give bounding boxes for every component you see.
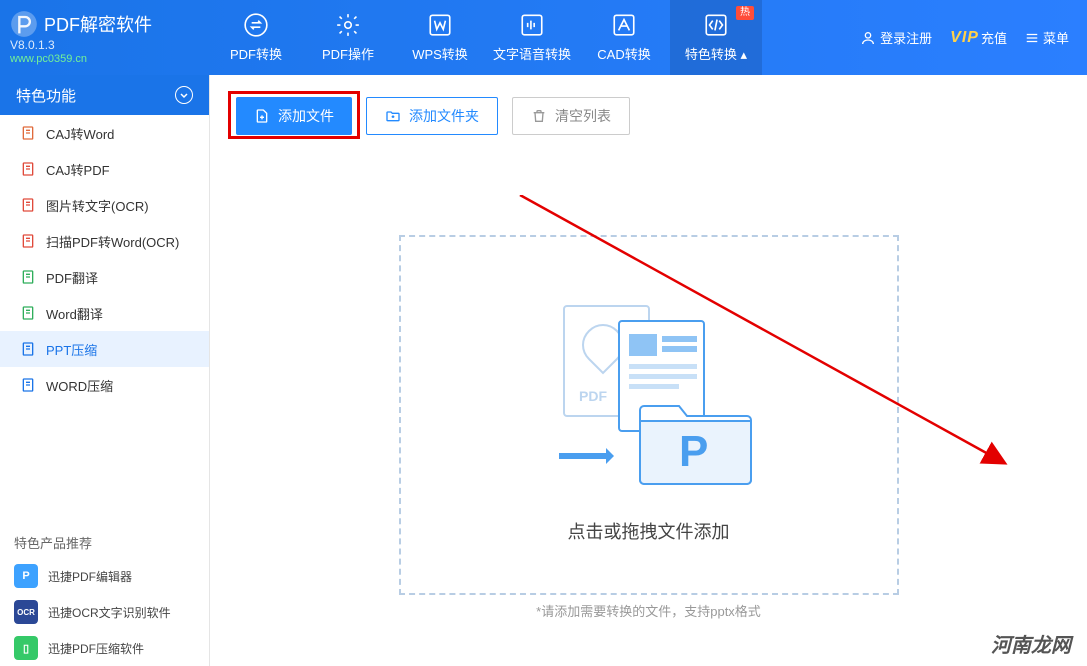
doc-icon [20, 233, 36, 249]
app-version: V8.0.1.3 [10, 38, 210, 52]
login-link[interactable]: 登录注册 [860, 28, 932, 47]
logo-area: PDF解密软件 V8.0.1.3 www.pc0359.cn [0, 10, 210, 65]
gear-icon [335, 12, 361, 38]
doc-icon [20, 341, 36, 357]
sidebar-item-word-translate[interactable]: Word翻译 [0, 295, 209, 331]
sidebar-list: CAJ转Word CAJ转PDF 图片转文字(OCR) 扫描PDF转Word(O… [0, 115, 209, 403]
sidebar-item-image-ocr[interactable]: 图片转文字(OCR) [0, 187, 209, 223]
sidebar-item-label: CAJ转PDF [46, 160, 110, 179]
menu-label: 菜单 [1043, 28, 1069, 47]
app-logo-icon [10, 10, 38, 38]
sidebar-item-label: Word翻译 [46, 304, 103, 323]
sidebar-item-scanpdf-word[interactable]: 扫描PDF转Word(OCR) [0, 223, 209, 259]
app-url: www.pc0359.cn [10, 53, 210, 65]
promo-label: 迅捷OCR文字识别软件 [48, 604, 171, 621]
nav-label: PDF操作 [322, 44, 374, 63]
hamburger-icon [1025, 31, 1039, 45]
wps-icon [427, 12, 453, 38]
sidebar-item-pdf-translate[interactable]: PDF翻译 [0, 259, 209, 295]
promo-icon: ▯ [14, 636, 38, 660]
nav-label: WPS转换 [412, 44, 468, 63]
sidebar-item-ppt-compress[interactable]: PPT压缩 [0, 331, 209, 367]
dropzone-main-text: 点击或拖拽文件添加 [568, 518, 730, 544]
app-title: PDF解密软件 [44, 11, 152, 37]
sidebar-item-label: CAJ转Word [46, 124, 114, 143]
promo-item[interactable]: P 迅捷PDF编辑器 [0, 558, 209, 594]
button-label: 添加文件 [278, 106, 334, 126]
nav-cad-convert[interactable]: CAD转换 [578, 0, 670, 75]
audio-bars-icon [519, 12, 545, 38]
sidebar-item-label: WORD压缩 [46, 376, 113, 395]
doc-icon [20, 269, 36, 285]
header-right: 登录注册 VIP 充值 菜单 [860, 28, 1087, 47]
nav-label: 特色转换 ▴ [685, 44, 747, 63]
dropzone[interactable]: PDF P 点击或拖拽文件添加 [399, 235, 899, 595]
svg-text:P: P [679, 427, 708, 476]
nav-label: 文字语音转换 [493, 44, 571, 63]
main-panel: 添加文件 添加文件夹 清空列表 PDF [210, 75, 1087, 666]
doc-icon [20, 377, 36, 393]
sidebar-item-label: 图片转文字(OCR) [46, 196, 149, 215]
vip-label: 充值 [981, 28, 1007, 47]
promo-icon: OCR [14, 600, 38, 624]
doc-icon [20, 197, 36, 213]
menu-link[interactable]: 菜单 [1025, 28, 1069, 47]
clear-list-button[interactable]: 清空列表 [512, 97, 630, 135]
nav-pdf-convert[interactable]: PDF转换 [210, 0, 302, 75]
sidebar-item-word-compress[interactable]: WORD压缩 [0, 367, 209, 403]
login-label: 登录注册 [880, 28, 932, 47]
watermark: 河南龙网 [991, 629, 1071, 658]
toolbar: 添加文件 添加文件夹 清空列表 [236, 97, 1061, 135]
swap-icon [243, 12, 269, 38]
promo-title: 特色产品推荐 [0, 523, 209, 558]
promo-icon: P [14, 564, 38, 588]
svg-text:PDF: PDF [579, 388, 607, 404]
file-plus-icon [254, 108, 270, 124]
button-label: 清空列表 [555, 106, 611, 126]
user-icon [860, 30, 876, 46]
nav-special-convert[interactable]: 热 特色转换 ▴ [670, 0, 762, 75]
nav-label: PDF转换 [230, 44, 282, 63]
nav-text-speech[interactable]: 文字语音转换 [486, 0, 578, 75]
button-label: 添加文件夹 [409, 106, 479, 126]
promo-label: 迅捷PDF编辑器 [48, 568, 132, 585]
nav-pdf-operate[interactable]: PDF操作 [302, 0, 394, 75]
app-header: PDF解密软件 V8.0.1.3 www.pc0359.cn PDF转换 PDF… [0, 0, 1087, 75]
trash-icon [531, 108, 547, 124]
vip-prefix: VIP [950, 29, 979, 47]
sidebar-item-caj-pdf[interactable]: CAJ转PDF [0, 151, 209, 187]
doc-icon [20, 125, 36, 141]
doc-icon [20, 161, 36, 177]
sidebar-item-label: PPT压缩 [46, 340, 97, 359]
dropzone-hint: *请添加需要转换的文件，支持pptx格式 [236, 601, 1061, 620]
nav-label: CAD转换 [597, 44, 650, 63]
sidebar-item-label: PDF翻译 [46, 268, 98, 287]
cad-icon [611, 12, 637, 38]
promo-label: 迅捷PDF压缩软件 [48, 640, 144, 657]
promo-item[interactable]: ▯ 迅捷PDF压缩软件 [0, 630, 209, 666]
sidebar-item-caj-word[interactable]: CAJ转Word [0, 115, 209, 151]
sidebar-item-label: 扫描PDF转Word(OCR) [46, 232, 179, 251]
nav-wps-convert[interactable]: WPS转换 [394, 0, 486, 75]
special-icon [703, 12, 729, 38]
doc-icon [20, 305, 36, 321]
sidebar-section-header[interactable]: 特色功能 [0, 75, 209, 115]
sidebar-section-title: 特色功能 [16, 85, 76, 106]
top-nav: PDF转换 PDF操作 WPS转换 文字语音转换 CAD转换 热 特色转换 ▴ [210, 0, 762, 75]
folder-plus-icon [385, 108, 401, 124]
add-folder-button[interactable]: 添加文件夹 [366, 97, 498, 135]
hot-badge: 热 [736, 6, 754, 20]
chevron-down-icon [175, 86, 193, 104]
vip-link[interactable]: VIP 充值 [950, 28, 1007, 47]
add-file-button[interactable]: 添加文件 [236, 97, 352, 135]
dropzone-illustration: PDF P [534, 286, 764, 496]
sidebar: 特色功能 CAJ转Word CAJ转PDF 图片转文字(OCR) 扫描PDF转W… [0, 75, 210, 666]
promo-item[interactable]: OCR 迅捷OCR文字识别软件 [0, 594, 209, 630]
